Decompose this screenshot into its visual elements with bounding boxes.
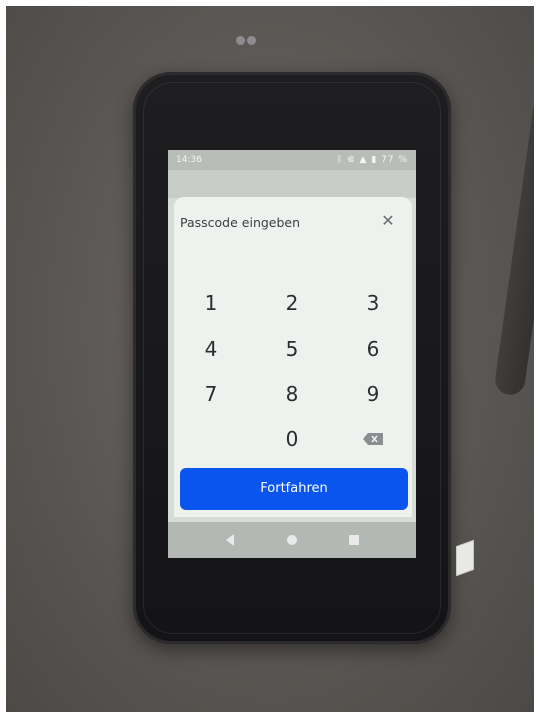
key-6[interactable]: 6 [343,331,403,367]
dialog-title: Passcode eingeben [180,215,301,230]
key-0[interactable]: 0 [262,421,322,457]
backspace-icon[interactable] [343,421,403,457]
key-9[interactable]: 9 [343,376,403,412]
continue-button[interactable]: Fortfahren [180,468,408,510]
key-1[interactable]: 1 [181,285,241,321]
nav-bar [168,522,416,558]
camera-icon [236,36,258,46]
recents-square-icon[interactable] [346,532,362,548]
key-5[interactable]: 5 [262,331,322,367]
back-triangle-icon[interactable] [222,532,238,548]
key-7[interactable]: 7 [181,376,241,412]
key-4[interactable]: 4 [181,331,241,367]
key-8[interactable]: 8 [262,376,322,412]
home-circle-icon[interactable] [284,532,300,548]
cable [493,95,534,397]
app-background [168,170,416,198]
status-bar: 14:36 ᛒ ⋐ ▲ ▮ 77 % [168,150,416,170]
status-icons: ᛒ ⋐ ▲ ▮ 77 % [336,155,408,165]
key-3[interactable]: 3 [343,285,403,321]
close-icon[interactable]: ✕ [378,211,398,231]
key-2[interactable]: 2 [262,285,322,321]
phone-screen: 14:36 ᛒ ⋐ ▲ ▮ 77 % Passcode eingeben ✕ 1… [168,150,416,558]
status-time: 14:36 [176,155,202,165]
